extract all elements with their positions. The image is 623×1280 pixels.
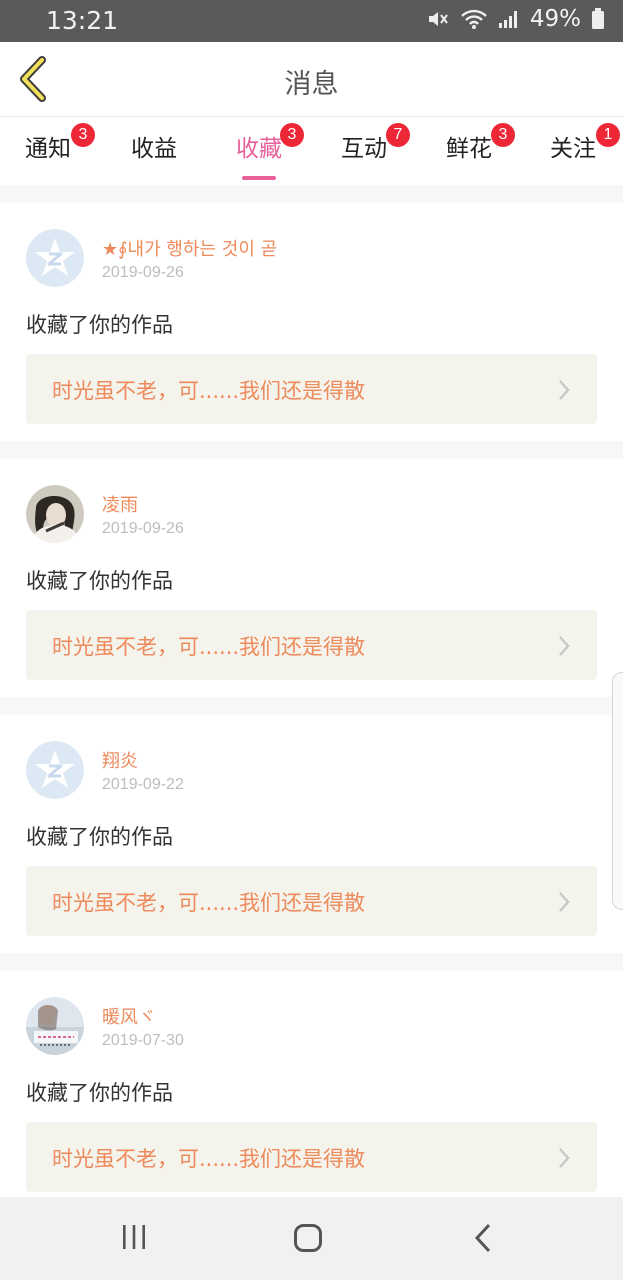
tab-label: 互动 [341,136,387,162]
avatar[interactable] [26,485,84,543]
work-title: 时光虽不老，可......我们还是得散 [52,891,366,915]
work-title: 时光虽不老，可......我们还是得散 [52,1147,366,1171]
qzone-default-avatar-icon [26,229,84,287]
chevron-right-icon [559,892,570,912]
mute-icon [426,7,450,31]
user-photo-avatar-icon [26,997,84,1055]
message-text: 收藏了你的作品 [26,1081,173,1105]
home-icon[interactable] [293,1223,323,1257]
page-title: 消息 [284,69,339,100]
active-tab-indicator [242,176,276,180]
battery-icon [591,8,605,30]
header: 消息 [0,42,623,117]
message-card: 凌雨 2019-09-26 收藏了你的作品 时光虽不老，可......我们还是得… [0,459,623,697]
tab-bar: 通知 3 收益 收藏 3 互动 7 鲜花 3 关注 1 [0,117,623,185]
message-date: 2019-09-26 [102,520,184,537]
work-link[interactable]: 时光虽不老，可......我们还是得散 [26,1122,597,1192]
unread-badge: 3 [71,123,95,147]
avatar[interactable] [26,997,84,1055]
message-date: 2019-07-30 [102,1032,184,1049]
work-title: 时光虽不老，可......我们还是得散 [52,635,366,659]
tab-label: 收藏 [236,136,282,162]
message-date: 2019-09-22 [102,776,184,793]
avatar[interactable] [26,741,84,799]
tab-label: 关注 [550,136,596,162]
tab-label: 鲜花 [446,136,492,162]
unread-badge: 3 [491,123,515,147]
tab-notify[interactable]: 通知 3 [25,123,95,163]
status-time: 13:21 [46,6,119,35]
user-name[interactable]: 暖风ヾ [102,1003,156,1029]
message-card: 翔炎 2019-09-22 收藏了你的作品 时光虽不老，可......我们还是得… [0,715,623,953]
avatar[interactable] [26,229,84,287]
work-link[interactable]: 时光虽不老，可......我们还是得散 [26,354,597,424]
tab-favorites[interactable]: 收藏 3 [236,123,304,180]
message-text: 收藏了你的作品 [26,825,173,849]
unread-badge: 3 [280,123,304,147]
user-name[interactable]: ★∮내가 행하는 것이 곧 [102,235,277,261]
chevron-right-icon [559,636,570,656]
unread-badge: 1 [596,123,620,147]
battery-percent: 49% [529,6,581,32]
user-photo-avatar-icon [26,485,84,543]
message-date: 2019-09-26 [102,264,184,281]
tab-label: 收益 [131,136,177,162]
work-title: 时光虽不老，可......我们还是得散 [52,379,366,403]
user-name[interactable]: 翔炎 [102,747,138,773]
chevron-right-icon [559,380,570,400]
edge-panel-handle[interactable] [612,672,623,910]
message-card: ★∮내가 행하는 것이 곧 2019-09-26 收藏了你的作品 时光虽不老，可… [0,203,623,441]
message-text: 收藏了你的作品 [26,313,173,337]
tab-flowers[interactable]: 鲜花 3 [446,123,515,163]
tab-label: 通知 [25,136,71,162]
unread-badge: 7 [386,123,410,147]
message-text: 收藏了你的作品 [26,569,173,593]
wifi-icon [460,8,488,30]
message-card: 暖风ヾ 2019-07-30 收藏了你的作品 时光虽不老，可......我们还是… [0,971,623,1209]
back-icon[interactable] [472,1223,494,1257]
tab-follow[interactable]: 关注 1 [550,123,620,163]
chevron-right-icon [559,1148,570,1168]
tab-interaction[interactable]: 互动 7 [341,123,410,163]
work-link[interactable]: 时光虽不老，可......我们还是得散 [26,610,597,680]
work-link[interactable]: 时光虽不老，可......我们还是得散 [26,866,597,936]
user-name[interactable]: 凌雨 [102,491,138,517]
system-nav-bar [0,1197,623,1280]
signal-icon [498,9,520,29]
recent-apps-icon[interactable] [120,1223,148,1255]
tab-earnings[interactable]: 收益 [131,129,177,163]
status-bar: 13:21 49% [0,0,623,42]
qzone-default-avatar-icon [26,741,84,799]
